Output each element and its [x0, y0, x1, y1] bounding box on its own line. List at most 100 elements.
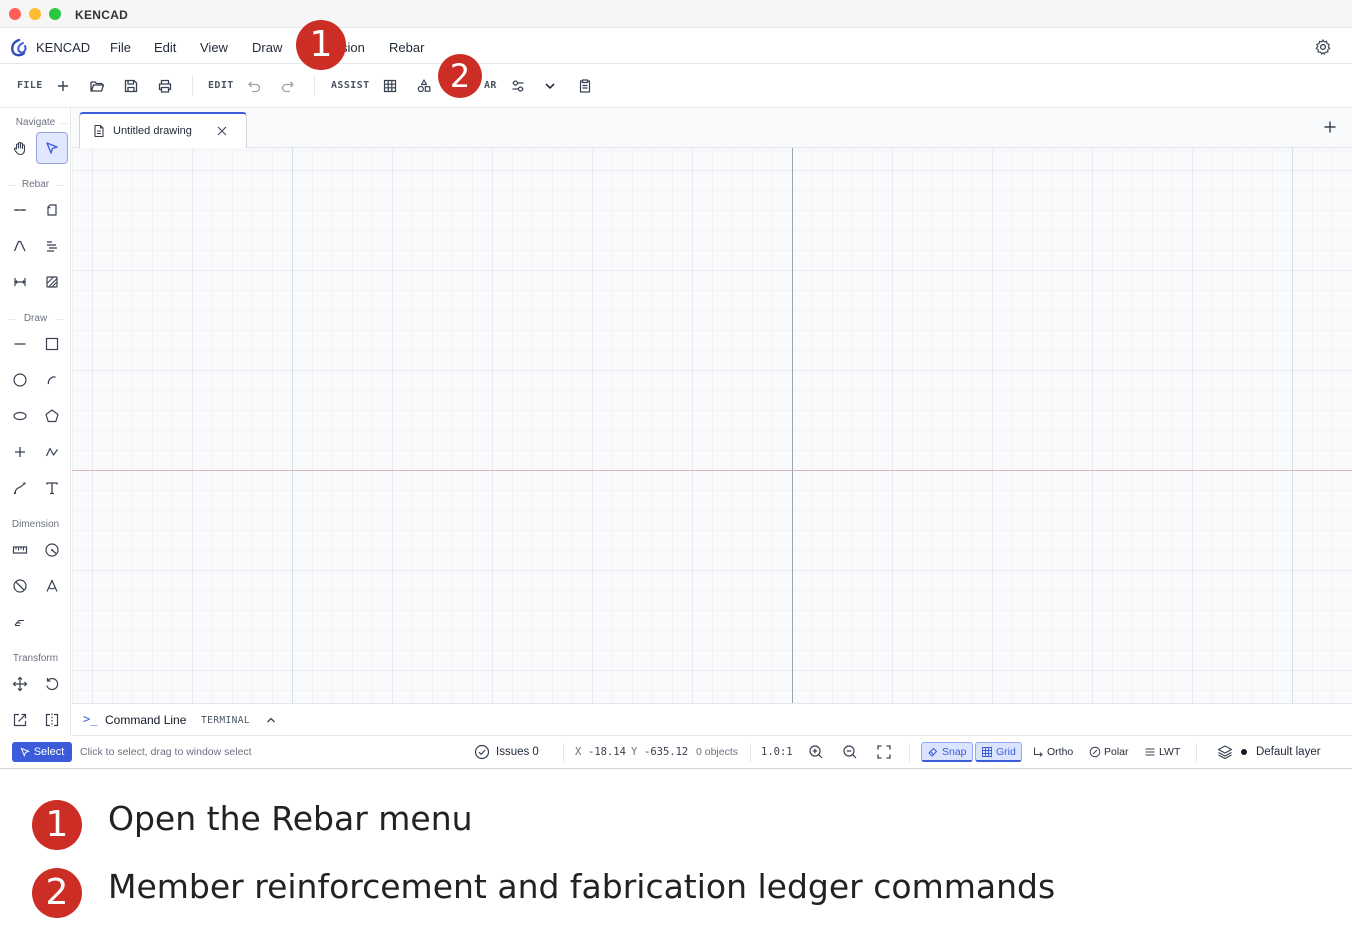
- rebar-more-button[interactable]: [540, 76, 560, 96]
- chevron-up-icon[interactable]: [264, 713, 278, 727]
- save-file-button[interactable]: [121, 76, 141, 96]
- mirror-icon: [45, 713, 59, 727]
- new-file-button[interactable]: [53, 76, 73, 96]
- menu-view[interactable]: View: [200, 40, 228, 55]
- dimension-linear-tool[interactable]: [5, 535, 35, 565]
- move-arrows-icon: [12, 676, 28, 692]
- draw-spline-tool[interactable]: [5, 473, 35, 503]
- transform-scale-tool[interactable]: [5, 705, 35, 735]
- polar-toggle[interactable]: Polar: [1084, 742, 1134, 762]
- callout-marker-1: 1: [296, 20, 346, 70]
- fit-view-icon[interactable]: [876, 744, 892, 760]
- command-line-label: Command Line: [105, 713, 187, 727]
- rebar-bent-bar-tool[interactable]: [5, 231, 35, 261]
- rebar-distribution-tool[interactable]: [37, 231, 67, 261]
- issues-count[interactable]: Issues 0: [496, 746, 539, 758]
- draw-polygon-tool[interactable]: [37, 401, 67, 431]
- command-line-panel[interactable]: >_ Command Line TERMINAL: [72, 703, 1352, 736]
- scale-icon: [13, 713, 27, 727]
- menu-draw[interactable]: Draw: [252, 40, 282, 55]
- bar-distribution-icon: [47, 241, 57, 252]
- draw-point-tool[interactable]: [5, 437, 35, 467]
- terminal-tag: TERMINAL: [201, 715, 250, 726]
- print-button[interactable]: [155, 76, 175, 96]
- grid-icon: [982, 746, 992, 757]
- zoom-in-icon[interactable]: [808, 744, 824, 760]
- legend-text-1: Open the Rebar menu: [108, 799, 473, 838]
- draw-polyline-tool[interactable]: [37, 437, 67, 467]
- drawing-canvas[interactable]: [72, 148, 1352, 703]
- draw-line-tool[interactable]: [5, 329, 35, 359]
- undo-button[interactable]: [244, 76, 264, 96]
- stirrup-icon: [47, 204, 57, 216]
- dimension-radius-tool[interactable]: [37, 535, 67, 565]
- dimension-angular-tool[interactable]: [37, 571, 67, 601]
- rebar-spacing-tool[interactable]: [5, 267, 35, 297]
- hand-icon: [13, 141, 26, 156]
- dimension-leader-tool[interactable]: [5, 607, 35, 637]
- plus-icon: [58, 81, 68, 91]
- select-tool[interactable]: [36, 132, 68, 164]
- menu-rebar[interactable]: Rebar: [389, 40, 424, 55]
- section-dimension-label: Dimension: [11, 519, 60, 530]
- point-cross-icon: [15, 447, 25, 457]
- coord-x-value: -18.14: [588, 746, 626, 758]
- draw-text-tool[interactable]: [37, 473, 67, 503]
- current-layer[interactable]: Default layer: [1256, 746, 1321, 758]
- rebar-area-tool[interactable]: [37, 267, 67, 297]
- main-toolbar: FILE EDIT ASSIST AR: [0, 64, 1352, 108]
- menubar: KENCAD File Edit View Draw sion Rebar: [0, 28, 1352, 64]
- status-separator: [909, 743, 910, 762]
- settings-sliders-icon: [512, 80, 524, 92]
- ortho-label: Ortho: [1047, 746, 1074, 758]
- transform-mirror-tool[interactable]: [37, 705, 67, 735]
- menu-file[interactable]: File: [110, 40, 131, 55]
- rebar-stirrup-tool[interactable]: [37, 195, 67, 225]
- grid-label: Grid: [996, 745, 1016, 758]
- maximize-window-button[interactable]: [49, 8, 61, 20]
- toolbar-separator: [314, 76, 315, 96]
- close-window-button[interactable]: [9, 8, 21, 20]
- draw-arc-tool[interactable]: [37, 365, 67, 395]
- window-titlebar: KENCAD: [0, 0, 1352, 28]
- shapes-button[interactable]: [414, 76, 434, 96]
- draw-ellipse-tool[interactable]: [5, 401, 35, 431]
- rebar-straight-bar-tool[interactable]: [5, 195, 35, 225]
- angle-compass-icon: [46, 580, 58, 592]
- coord-y-value: -635.12: [644, 746, 689, 758]
- grid-table-button[interactable]: [380, 76, 400, 96]
- ortho-toggle[interactable]: Ortho: [1027, 742, 1078, 762]
- section-divider: [55, 319, 63, 320]
- clipboard-icon: [579, 79, 591, 93]
- draw-rectangle-tool[interactable]: [37, 329, 67, 359]
- redo-icon: [281, 81, 294, 93]
- select-mode-button[interactable]: Select: [12, 742, 72, 762]
- hatched-area-icon: [46, 276, 58, 288]
- gear-icon[interactable]: [1314, 38, 1332, 56]
- clipboard-button[interactable]: [575, 76, 595, 96]
- kencad-logo-icon: [11, 38, 27, 57]
- menu-edit[interactable]: Edit: [154, 40, 176, 55]
- dimension-diameter-tool[interactable]: [5, 571, 35, 601]
- redo-button[interactable]: [278, 76, 298, 96]
- new-tab-plus-icon[interactable]: [1322, 119, 1338, 135]
- section-divider: [61, 123, 67, 124]
- zoom-out-icon[interactable]: [842, 744, 858, 760]
- pan-tool[interactable]: [5, 133, 35, 163]
- snap-toggle[interactable]: Snap: [921, 742, 973, 762]
- tab-untitled-drawing[interactable]: Untitled drawing: [79, 112, 247, 148]
- minimize-window-button[interactable]: [29, 8, 41, 20]
- open-file-button[interactable]: [87, 76, 107, 96]
- rebar-schedule-button[interactable]: [508, 76, 528, 96]
- callout-marker-2: 2: [438, 54, 482, 98]
- draw-circle-tool[interactable]: [5, 365, 35, 395]
- layers-icon[interactable]: [1217, 744, 1233, 760]
- check-circle-icon: [474, 744, 490, 760]
- close-icon[interactable]: [215, 124, 229, 138]
- transform-rotate-tool[interactable]: [37, 669, 67, 699]
- select-mode-label: Select: [33, 746, 65, 758]
- grid-toggle[interactable]: Grid: [975, 742, 1022, 762]
- leader-icon: [14, 619, 24, 627]
- transform-move-tool[interactable]: [5, 669, 35, 699]
- lineweight-toggle[interactable]: LWT: [1139, 742, 1185, 762]
